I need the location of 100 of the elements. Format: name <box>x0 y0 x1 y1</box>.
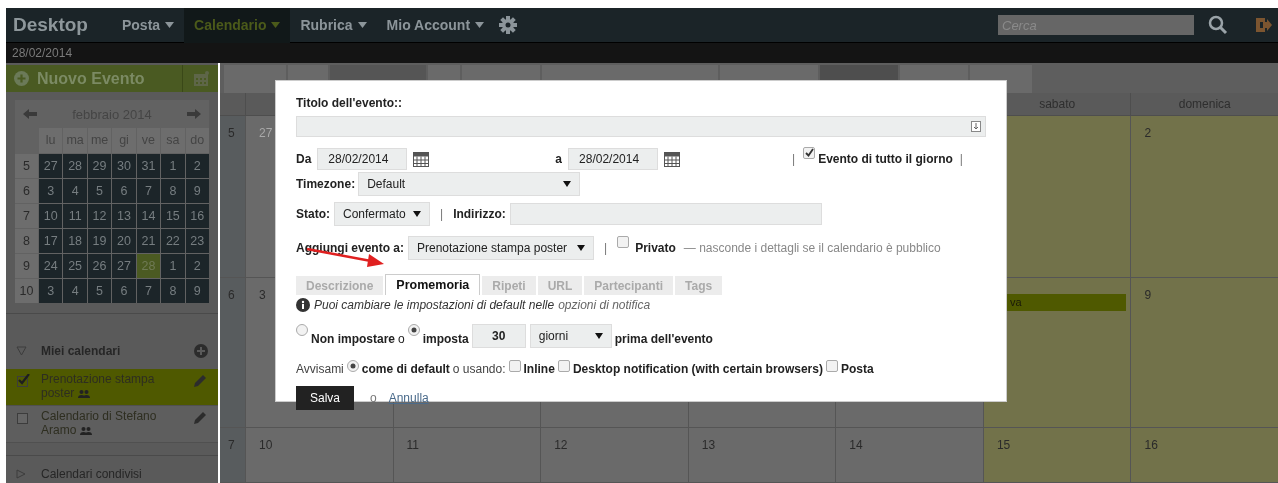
field-label: a <box>555 151 563 168</box>
mini-calendar-day[interactable]: 14 <box>136 204 161 229</box>
exit-icon[interactable] <box>1254 16 1272 34</box>
checkbox-icon[interactable] <box>825 360 838 372</box>
calendar-list-item[interactable]: Calendario di Stefano Aramo <box>6 406 218 444</box>
mini-calendar-day[interactable]: 7 <box>136 179 161 204</box>
mini-calendar-day[interactable]: 9 <box>185 279 209 304</box>
address-field[interactable] <box>509 203 822 225</box>
dropdown[interactable]: Prenotazione stampa poster <box>408 236 594 260</box>
mini-calendar-day[interactable]: 2 <box>185 254 209 279</box>
text-label: | <box>604 240 608 257</box>
day-cell[interactable]: 12 <box>540 428 688 482</box>
menu-item[interactable]: Calendario <box>184 7 291 43</box>
save-button[interactable]: Salva <box>296 386 354 410</box>
mini-calendar-day[interactable]: 3 <box>39 179 63 204</box>
day-cell[interactable]: 9 <box>1130 278 1278 427</box>
mini-calendar-day[interactable]: 13 <box>112 204 136 229</box>
date-field[interactable]: 28/02/2014 <box>568 148 659 170</box>
amount-field[interactable]: 30 <box>471 324 526 348</box>
field-label: Stato: <box>296 206 330 223</box>
calendar-icon[interactable] <box>413 151 430 167</box>
field-label: come di default <box>361 361 450 378</box>
dialog-tab[interactable]: Promemoria <box>385 274 481 295</box>
mini-calendar-day[interactable]: 7 <box>136 279 161 304</box>
day-number: 13 <box>701 437 716 454</box>
mini-calendar-day[interactable]: 5 <box>87 179 112 204</box>
mini-calendar-day[interactable]: 1 <box>161 254 185 279</box>
mini-calendar-day[interactable]: 10 <box>39 204 63 229</box>
day-number: 11 <box>406 437 420 454</box>
mini-calendar-day[interactable]: 1 <box>161 154 185 179</box>
mini-calendar-day[interactable]: 3 <box>39 279 63 304</box>
mini-calendar-day[interactable]: 8 <box>161 179 185 204</box>
field-label: Indirizzo: <box>453 206 506 223</box>
mini-calendar-day[interactable]: 18 <box>63 229 87 254</box>
mini-calendar-day[interactable]: 26 <box>87 254 112 279</box>
radio-icon[interactable] <box>296 324 308 336</box>
mini-calendar-day[interactable]: 5 <box>87 279 112 304</box>
notification-options-link[interactable]: opzioni di notifica <box>558 296 651 314</box>
day-cell[interactable]: 13 <box>687 428 836 482</box>
mini-calendar-day[interactable]: 15 <box>161 204 185 229</box>
day-cell[interactable]: 11 <box>392 428 541 482</box>
field-label: prima dell'evento <box>614 331 713 348</box>
dialog-tab[interactable]: URL <box>537 276 583 295</box>
week-number: 8 <box>15 229 38 254</box>
mini-calendar-day[interactable]: 28 <box>63 154 87 179</box>
cancel-link[interactable]: Annulla <box>388 389 429 407</box>
date-field[interactable]: 28/02/2014 <box>317 148 408 170</box>
mini-calendar-day[interactable]: 29 <box>87 154 112 179</box>
mini-calendar-day[interactable]: 2 <box>185 154 209 179</box>
dropdown[interactable]: Confermato <box>334 202 430 226</box>
mini-calendar-day[interactable]: 23 <box>185 229 209 254</box>
selected-radio-icon[interactable] <box>407 324 420 336</box>
dialog-tab[interactable]: Ripeti <box>482 276 536 295</box>
mini-calendar-day[interactable]: 20 <box>112 229 136 254</box>
checkbox-icon[interactable] <box>17 411 30 425</box>
menu-item[interactable]: Posta <box>111 7 185 43</box>
mini-calendar-day[interactable]: 31 <box>136 154 161 179</box>
mini-calendar-day[interactable]: 4 <box>63 279 87 304</box>
checked-checkbox-icon[interactable] <box>17 374 30 388</box>
dialog-tab[interactable]: Partecipanti <box>584 276 674 295</box>
menu-item[interactable]: Rubrica <box>290 7 377 43</box>
day-cell[interactable]: 10 <box>245 428 393 482</box>
mini-calendar-day[interactable]: 11 <box>63 204 87 229</box>
caret-icon <box>357 22 367 28</box>
mini-calendar-day[interactable]: 30 <box>112 154 136 179</box>
mini-calendar-day[interactable]: 6 <box>112 179 136 204</box>
gear-icon[interactable] <box>498 15 519 35</box>
mini-calendar-day[interactable]: 27 <box>39 154 63 179</box>
mini-calendar-day[interactable]: 27 <box>112 254 136 279</box>
dialog-tab[interactable]: Descrizione <box>296 276 384 295</box>
day-cell[interactable]: 16 <box>1130 428 1278 482</box>
day-cell[interactable]: 2 <box>1130 116 1278 277</box>
mini-calendar-day[interactable]: 25 <box>63 254 87 279</box>
mini-calendar-day[interactable]: 6 <box>112 279 136 304</box>
checkbox-icon[interactable] <box>557 360 570 372</box>
mini-calendar-day[interactable]: 22 <box>161 229 185 254</box>
dialog-tab[interactable]: Tags <box>675 276 723 295</box>
search-icon[interactable] <box>1208 15 1228 35</box>
menu-item[interactable]: Mio Account <box>376 7 495 43</box>
mini-calendar-day[interactable]: 19 <box>87 229 112 254</box>
mini-calendar-day[interactable]: 9 <box>185 179 209 204</box>
mini-calendar-day[interactable]: 21 <box>136 229 161 254</box>
title-field[interactable] <box>296 116 986 137</box>
checkbox-icon[interactable] <box>508 360 521 372</box>
day-cell[interactable]: 15 <box>982 428 1131 482</box>
checked-checkbox-icon[interactable] <box>803 147 816 159</box>
mini-calendar-day[interactable]: 8 <box>161 279 185 304</box>
dropdown[interactable]: giorni <box>529 324 612 348</box>
mini-calendar-day[interactable]: 4 <box>63 179 87 204</box>
mini-calendar-day[interactable]: 24 <box>39 254 63 279</box>
checkbox-icon[interactable] <box>617 236 630 248</box>
mini-calendar-day[interactable]: 17 <box>39 229 63 254</box>
calendar-icon[interactable] <box>664 151 681 167</box>
date-button[interactable] <box>224 65 286 93</box>
mini-calendar-day[interactable]: 12 <box>87 204 112 229</box>
selected-radio-icon[interactable] <box>346 360 359 372</box>
day-number: 3 <box>259 287 266 304</box>
dropdown[interactable]: Default <box>358 172 581 196</box>
day-cell[interactable]: 14 <box>835 428 983 482</box>
mini-calendar-day[interactable]: 16 <box>185 204 209 229</box>
